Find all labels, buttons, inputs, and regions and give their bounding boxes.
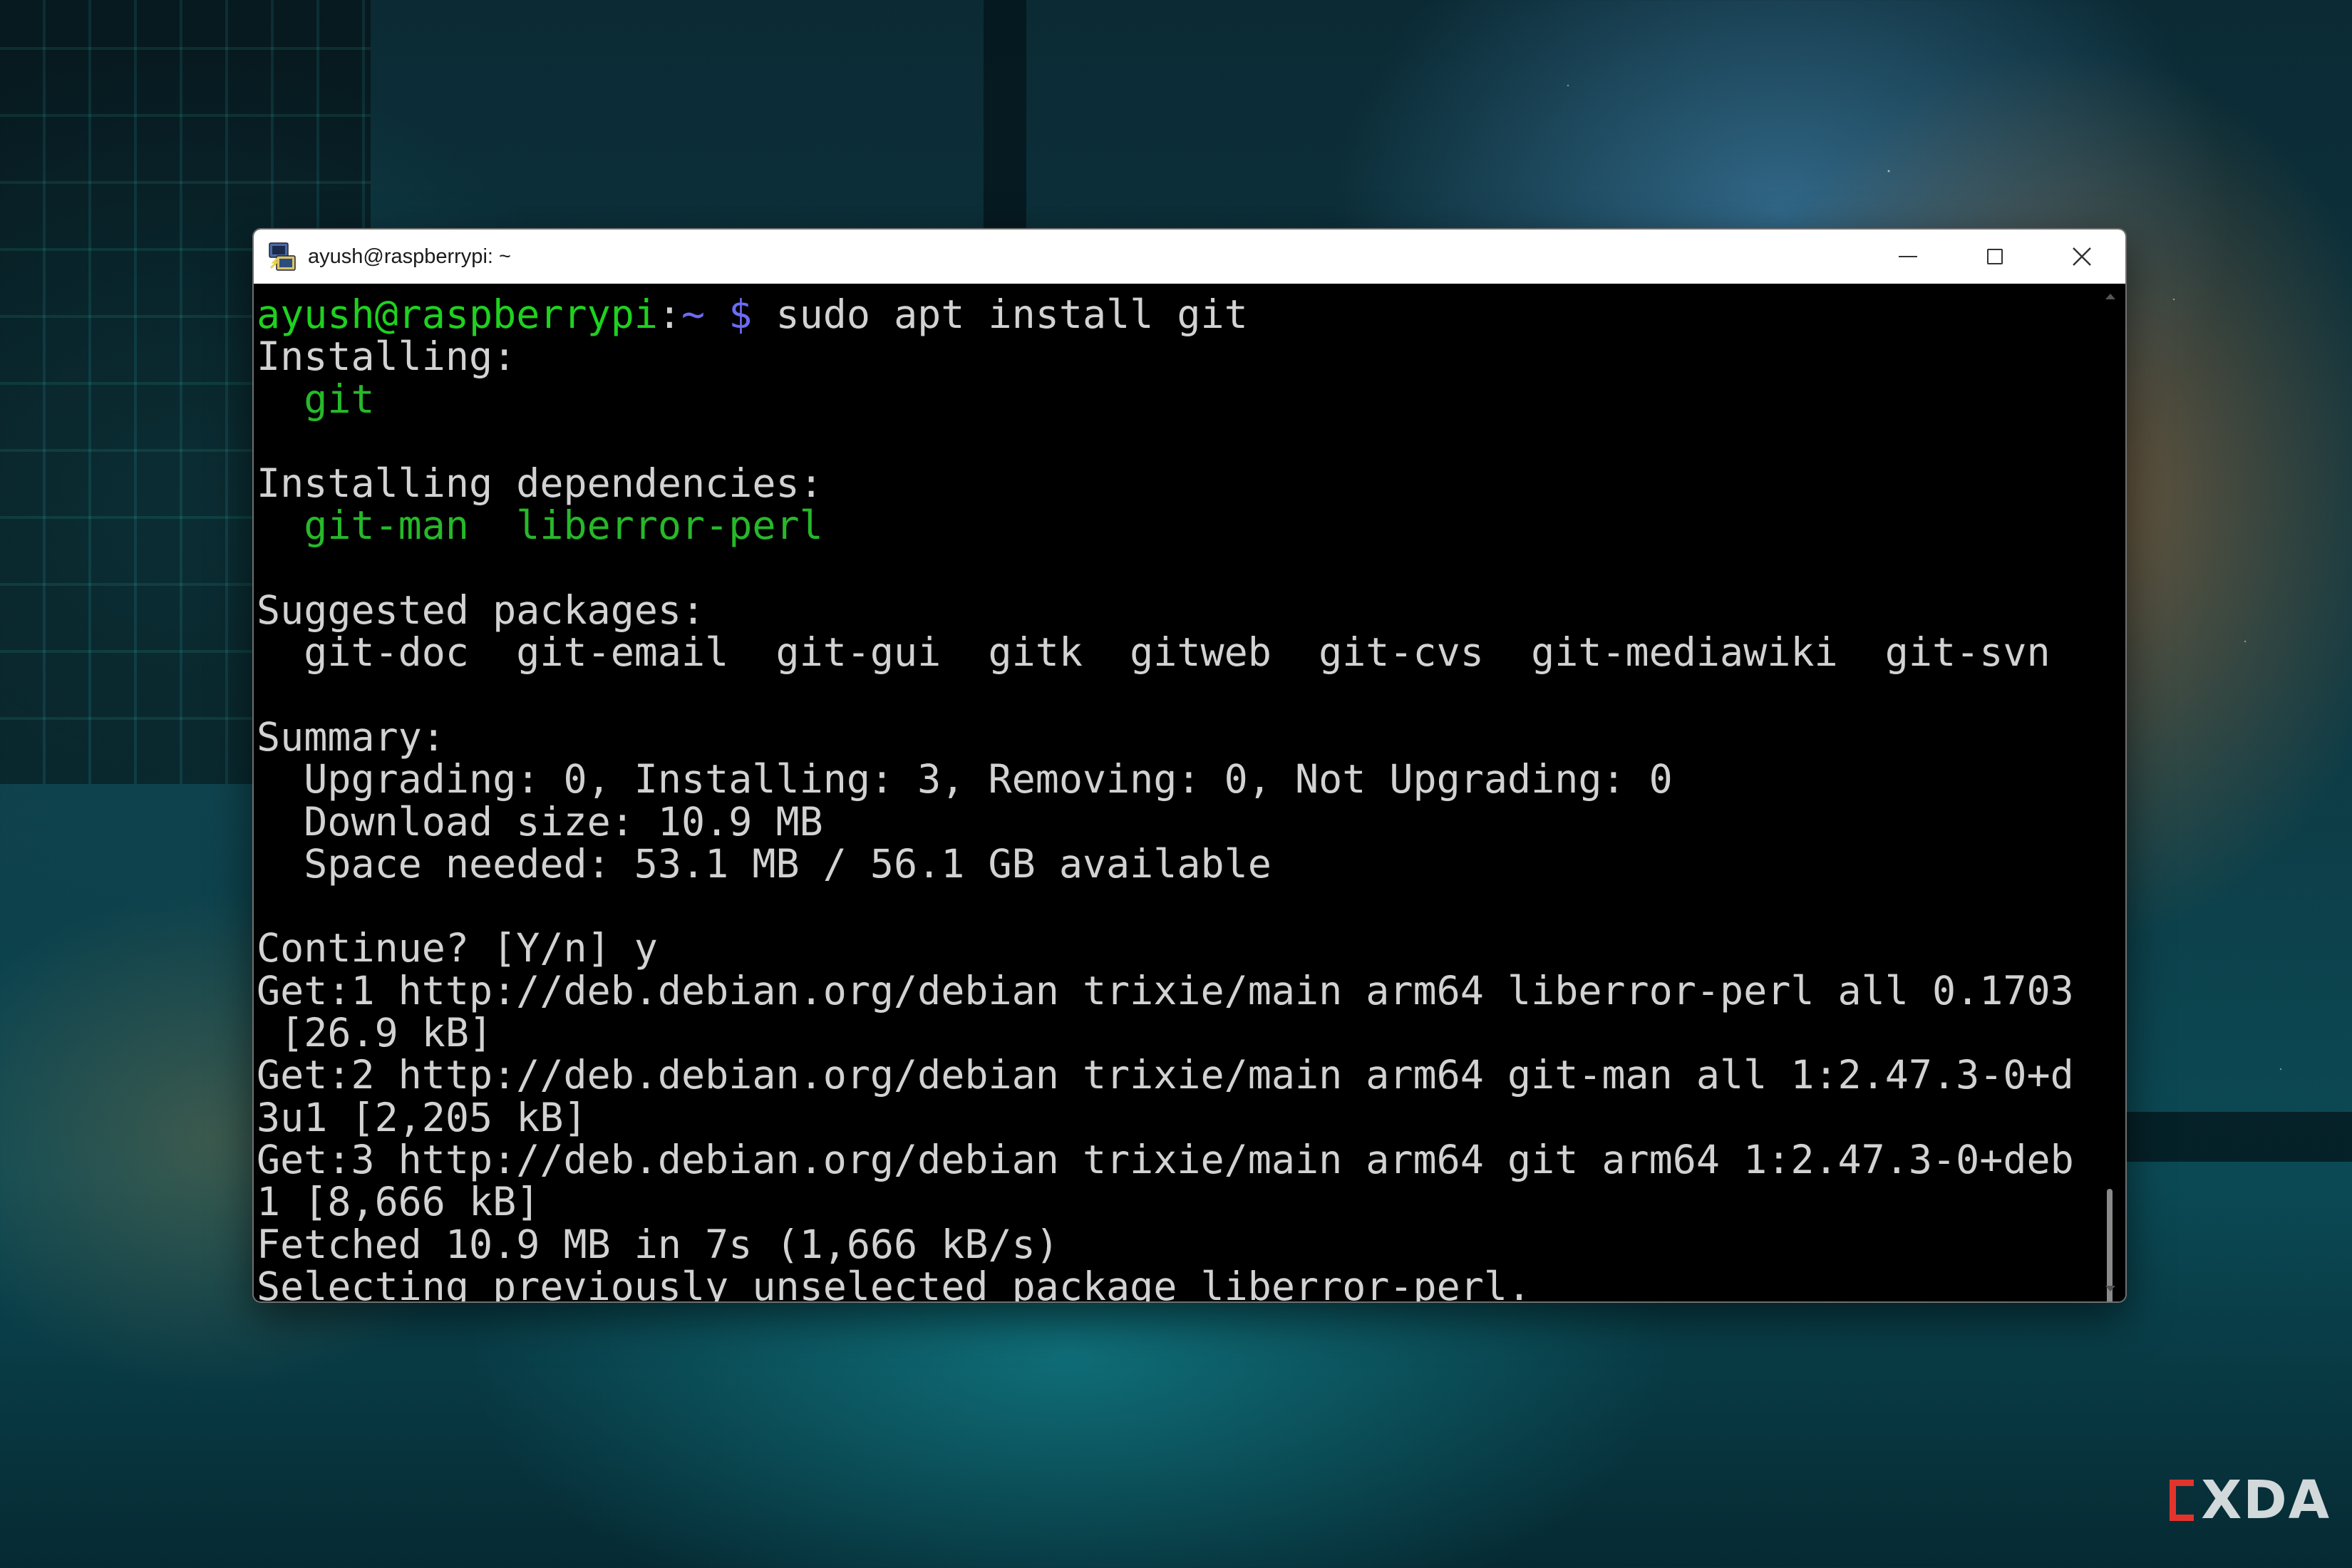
package-dependencies: git-man liberror-perl	[304, 502, 823, 549]
scroll-up-icon[interactable]	[2105, 294, 2115, 299]
output-line: Download size: 10.9 MB	[257, 798, 823, 845]
output-line: Get:1 http://deb.debian.org/debian trixi…	[257, 967, 2074, 1013]
window-title: ayush@raspberrypi: ~	[308, 244, 511, 268]
output-line: Installing dependencies:	[257, 460, 823, 507]
command-text: sudo apt install git	[752, 292, 1248, 337]
xda-bracket-icon	[2170, 1480, 2194, 1521]
output-line: Suggested packages:	[257, 587, 706, 634]
minimize-button[interactable]	[1864, 229, 1951, 284]
close-button[interactable]	[2038, 229, 2125, 284]
output-line: Get:3 http://deb.debian.org/debian trixi…	[257, 1136, 2074, 1182]
vertical-scrollbar[interactable]	[2094, 284, 2125, 1301]
output-line: Space needed: 53.1 MB / 56.1 GB availabl…	[257, 840, 1272, 887]
output-line: Continue? [Y/n] y	[257, 925, 658, 971]
output-line: Fetched 10.9 MB in 7s (1,666 kB/s)	[257, 1221, 1059, 1267]
maximize-button[interactable]	[1951, 229, 2038, 284]
package-git: git	[304, 376, 375, 422]
maximize-icon	[1987, 249, 2003, 264]
prompt-user: ayush@raspberrypi	[257, 292, 658, 337]
output-line: Upgrading: 0, Installing: 3, Removing: 0…	[257, 756, 1673, 803]
output-line: Selecting previously unselected package …	[257, 1263, 1532, 1301]
output-line: Get:2 http://deb.debian.org/debian trixi…	[257, 1052, 2074, 1098]
prompt-line: ayush@raspberrypi:~ $ sudo apt install g…	[257, 292, 2094, 337]
output-line-installing-pkg: git	[257, 378, 2094, 421]
output-line: Summary:	[257, 713, 445, 760]
xda-watermark-text: XDA	[2201, 1470, 2331, 1531]
output-line: git-doc git-email git-gui gitk gitweb gi…	[257, 629, 2051, 676]
output-line: 1 [8,666 kB]	[257, 1179, 540, 1225]
window-controls	[1864, 229, 2125, 284]
output-line: Installing:	[257, 334, 517, 380]
prompt-separator: :	[657, 292, 682, 337]
scroll-down-icon[interactable]	[2105, 1286, 2115, 1291]
output-line: 3u1 [2,205 kB]	[257, 1094, 587, 1140]
putty-terminal-icon[interactable]	[267, 241, 298, 272]
minimize-icon	[1899, 256, 1917, 257]
output-line: [26.9 kB]	[257, 1010, 493, 1056]
prompt-path: ~ $	[681, 292, 753, 337]
title-bar[interactable]: ayush@raspberrypi: ~	[254, 229, 2125, 284]
xda-watermark-logo: XDA	[2170, 1470, 2331, 1531]
terminal-window[interactable]: ayush@raspberrypi: ~ ayush@raspberrypi:~…	[252, 228, 2127, 1303]
output-line-dependency-pkgs: git-man liberror-perl	[257, 505, 2094, 547]
terminal-output[interactable]: ayush@raspberrypi:~ $ sudo apt install g…	[254, 284, 2094, 1301]
close-icon	[2073, 247, 2091, 266]
